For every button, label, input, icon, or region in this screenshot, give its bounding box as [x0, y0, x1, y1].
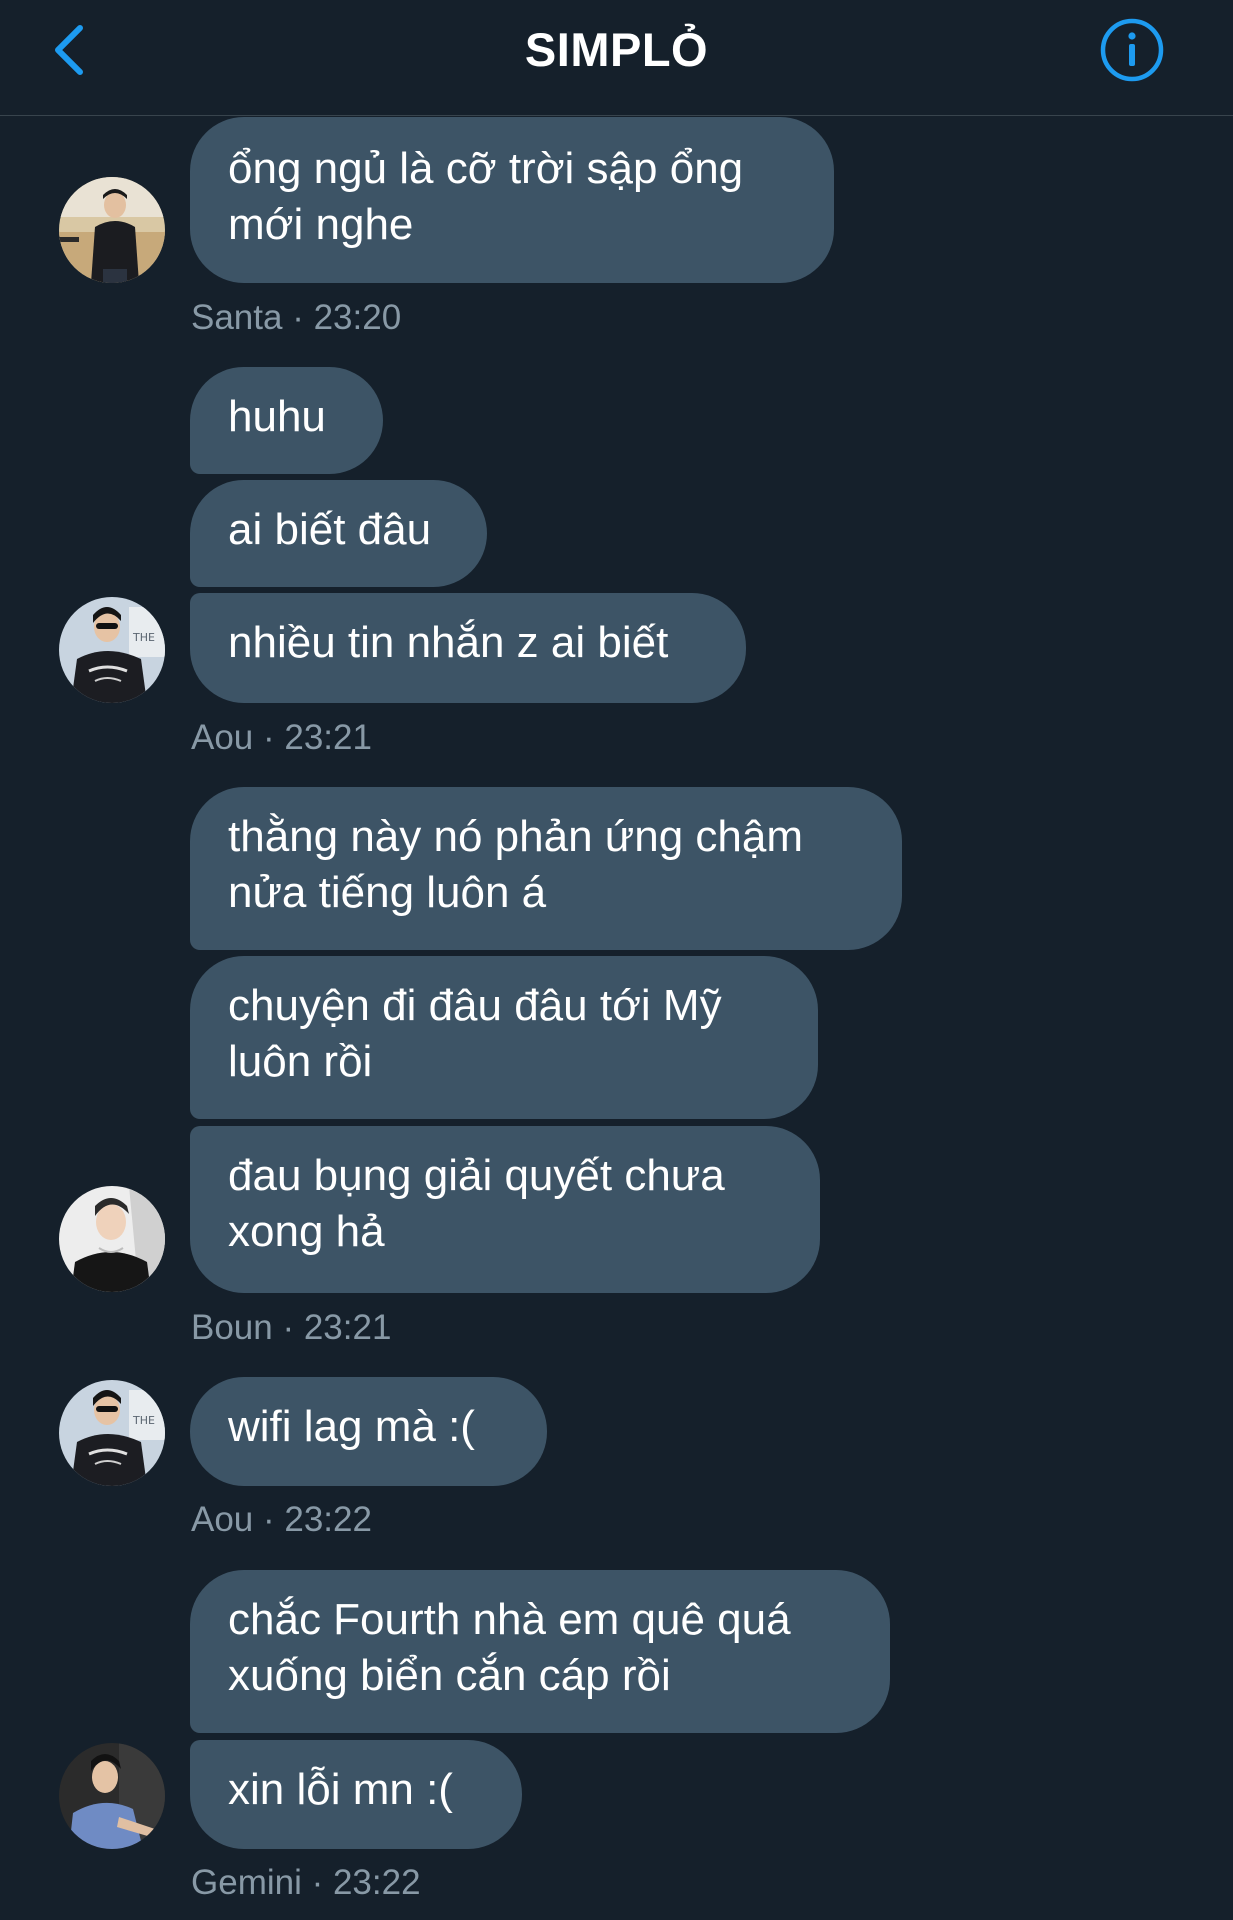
avatar-boun[interactable]	[59, 1186, 165, 1292]
message-bubble[interactable]: ai biết đâu	[190, 480, 487, 587]
avatar-gemini[interactable]	[59, 1743, 165, 1849]
message-bubble[interactable]: ổng ngủ là cỡ trời sập ổng mới nghe	[190, 117, 834, 283]
message-meta: Aou · 23:22	[191, 1500, 372, 1539]
avatar-aou[interactable]: THE	[59, 597, 165, 703]
message-meta: Boun · 23:21	[191, 1308, 392, 1347]
message-meta: Aou · 23:21	[191, 718, 372, 757]
conversation-title: SIMPLỎ	[524, 23, 709, 76]
info-circle-icon	[1100, 18, 1164, 82]
message-bubble[interactable]: đau bụng giải quyết chưa xong hả	[190, 1126, 820, 1293]
message-meta: Santa · 23:20	[191, 298, 402, 337]
message-bubble[interactable]: nhiều tin nhắn z ai biết	[190, 593, 746, 703]
message-bubble[interactable]: wifi lag mà :(	[190, 1377, 547, 1486]
svg-text:THE: THE	[132, 631, 155, 644]
avatar-aou[interactable]: THE	[59, 1380, 165, 1486]
conversation-header: SIMPLỎ	[0, 0, 1233, 116]
message-bubble[interactable]: huhu	[190, 367, 383, 474]
message-bubble[interactable]: chuyện đi đâu đâu tới Mỹ luôn rồi	[190, 956, 818, 1119]
info-button[interactable]	[1098, 16, 1166, 84]
svg-text:THE: THE	[132, 1414, 155, 1427]
message-bubble[interactable]: thằng này nó phản ứng chậm nửa tiếng luô…	[190, 787, 902, 950]
message-bubble[interactable]: xin lỗi mn :(	[190, 1740, 522, 1849]
message-bubble[interactable]: chắc Fourth nhà em quê quá xuống biển cắ…	[190, 1570, 890, 1733]
message-meta: Gemini · 23:22	[191, 1863, 421, 1902]
avatar-santa[interactable]	[59, 177, 165, 283]
